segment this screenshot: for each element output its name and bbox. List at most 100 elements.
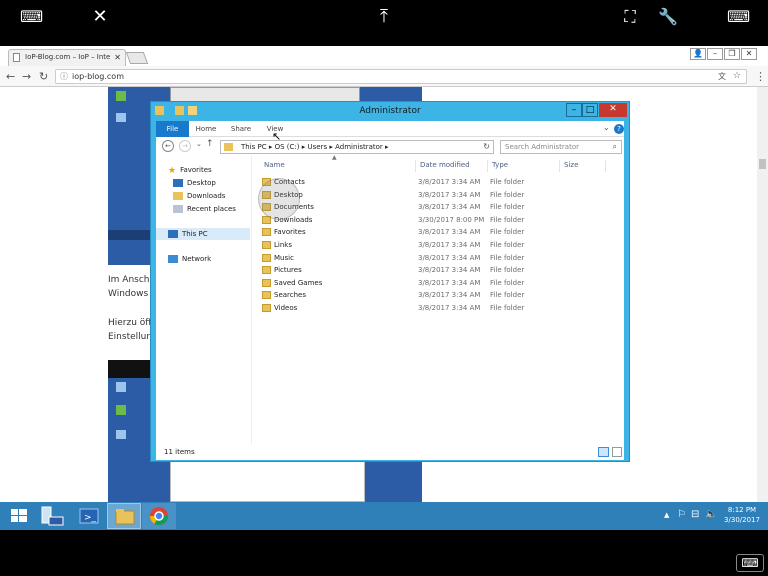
recent-places-icon bbox=[173, 205, 183, 213]
nav-this-pc[interactable]: This PC bbox=[156, 228, 250, 240]
restore-button[interactable]: ❐ bbox=[724, 48, 740, 60]
translate-icon[interactable]: 文 bbox=[718, 70, 726, 83]
file-row[interactable]: Favorites 3/8/2017 3:34 AM File folder bbox=[260, 226, 620, 238]
close-button[interactable]: ✕ bbox=[741, 48, 757, 60]
system-clock[interactable]: 8:12 PM 3/30/2017 bbox=[718, 505, 766, 525]
explorer-maximize-button[interactable]: □ bbox=[582, 103, 598, 117]
mouse-cursor-icon: ↖ bbox=[272, 130, 282, 143]
explorer-minimize-button[interactable]: – bbox=[566, 103, 582, 117]
clock-date: 3/30/2017 bbox=[724, 516, 760, 524]
column-date[interactable]: Date modified bbox=[416, 160, 488, 172]
ribbon-expand-icon[interactable]: ⌄ bbox=[603, 123, 610, 132]
omnibox[interactable]: ⓘ iop-blog.com 文 ☆ bbox=[55, 69, 747, 84]
scrollbar-thumb[interactable] bbox=[759, 159, 766, 169]
column-type[interactable]: Type bbox=[488, 160, 560, 172]
keyboard-right-icon[interactable]: ⌨ bbox=[727, 8, 750, 26]
reload-icon[interactable]: ↻ bbox=[39, 70, 48, 83]
explorer-close-button[interactable]: ✕ bbox=[599, 103, 627, 117]
file-row[interactable]: Links 3/8/2017 3:34 AM File folder bbox=[260, 239, 620, 251]
close-icon[interactable]: ✕ bbox=[89, 8, 111, 26]
page-icon bbox=[13, 53, 20, 62]
search-box[interactable]: Search Administrator ⌕ bbox=[500, 140, 622, 154]
bookmark-star-icon[interactable]: ☆ bbox=[733, 70, 741, 83]
folder-title-icon bbox=[155, 106, 164, 115]
nav-downloads-label: Downloads bbox=[187, 192, 226, 200]
start-button[interactable] bbox=[2, 503, 36, 529]
network-tray-icon[interactable]: ⊟ bbox=[691, 509, 699, 520]
tab-close-icon[interactable]: ✕ bbox=[114, 50, 121, 65]
nav-favorites[interactable]: ★ Favorites bbox=[168, 166, 212, 176]
file-row[interactable]: Downloads 3/30/2017 8:00 PM File folder bbox=[260, 214, 620, 226]
tray-expand-icon[interactable]: ▲ bbox=[664, 511, 669, 519]
large-icons-view-icon[interactable] bbox=[612, 447, 622, 457]
nav-network[interactable]: Network bbox=[168, 255, 211, 263]
minimize-button[interactable]: – bbox=[707, 48, 723, 60]
settings-wrench-icon[interactable]: 🔧 bbox=[657, 8, 679, 26]
file-type: File folder bbox=[490, 253, 525, 262]
page-scrollbar[interactable] bbox=[757, 87, 768, 502]
windows-logo-icon bbox=[11, 509, 27, 522]
folder-icon bbox=[262, 253, 271, 262]
tab-share[interactable]: Share bbox=[226, 121, 256, 137]
server-manager-button[interactable] bbox=[36, 503, 70, 529]
file-row[interactable]: Music 3/8/2017 3:34 AM File folder bbox=[260, 252, 620, 264]
folder-icon bbox=[262, 266, 271, 275]
new-tab-button[interactable] bbox=[125, 52, 149, 64]
menu-icon[interactable]: ⋮ bbox=[755, 70, 766, 83]
file-row[interactable]: Documents 3/8/2017 3:34 AM File folder bbox=[260, 201, 620, 213]
recent-locations-icon[interactable]: ⌄ bbox=[196, 140, 202, 148]
profile-icon[interactable]: 👤 bbox=[690, 48, 706, 60]
chrome-button[interactable] bbox=[142, 503, 176, 529]
file-row[interactable]: Videos 3/8/2017 3:34 AM File folder bbox=[260, 302, 620, 314]
desktop-icon-3 bbox=[116, 382, 126, 392]
browser-tab[interactable]: IoP-Blog.com – IoP – Inte ✕ bbox=[8, 49, 126, 66]
new-folder-icon[interactable] bbox=[188, 106, 197, 115]
address-refresh-icon[interactable]: ↻ bbox=[483, 141, 490, 153]
breadcrumb-this-pc[interactable]: This PC bbox=[241, 143, 267, 151]
nav-desktop[interactable]: Desktop bbox=[173, 179, 216, 187]
folder-icon bbox=[115, 509, 135, 525]
breadcrumb-drive[interactable]: OS (C:) bbox=[275, 143, 300, 151]
file-row[interactable]: Contacts 3/8/2017 3:34 AM File folder bbox=[260, 176, 620, 188]
file-date: 3/8/2017 3:34 AM bbox=[418, 190, 481, 199]
file-row[interactable]: Desktop 3/8/2017 3:34 AM File folder bbox=[260, 189, 620, 201]
folder-icon bbox=[262, 228, 271, 237]
details-view-icon[interactable] bbox=[598, 447, 609, 457]
tab-file[interactable]: File bbox=[156, 121, 189, 137]
browser-window: IoP-Blog.com – IoP – Inte ✕ 👤 – ❐ ✕ ← → … bbox=[0, 46, 768, 87]
nav-recent[interactable]: Recent places bbox=[173, 205, 236, 213]
keyboard-toggle-icon[interactable]: ⌨ bbox=[736, 554, 764, 572]
url-text: iop-blog.com bbox=[72, 72, 124, 81]
column-name[interactable]: Name bbox=[260, 160, 416, 172]
tab-home[interactable]: Home bbox=[192, 121, 220, 137]
column-size[interactable]: Size bbox=[560, 160, 606, 172]
file-row[interactable]: Saved Games 3/8/2017 3:34 AM File folder bbox=[260, 277, 620, 289]
volume-icon[interactable]: 🔈 bbox=[705, 509, 717, 520]
file-row[interactable]: Searches 3/8/2017 3:34 AM File folder bbox=[260, 289, 620, 301]
forward-icon[interactable]: → bbox=[22, 70, 31, 83]
action-center-flag-icon[interactable]: ⚐ bbox=[677, 509, 686, 520]
back-icon[interactable]: ← bbox=[6, 70, 15, 83]
server-manager-icon bbox=[41, 506, 64, 526]
powershell-button[interactable]: >_ bbox=[72, 503, 106, 529]
nav-downloads[interactable]: Downloads bbox=[173, 192, 225, 200]
breadcrumb-admin[interactable]: Administrator bbox=[335, 143, 383, 151]
explorer-title-bar[interactable]: Administrator bbox=[151, 102, 629, 120]
up-button[interactable]: ↑ bbox=[206, 139, 214, 149]
file-type: File folder bbox=[490, 215, 525, 224]
address-bar[interactable]: This PC ▸ OS (C:) ▸ Users ▸ Administrato… bbox=[220, 140, 494, 154]
quick-access-icon[interactable] bbox=[175, 106, 184, 115]
breadcrumb-users[interactable]: Users bbox=[308, 143, 328, 151]
upload-icon[interactable]: ⤒ bbox=[373, 8, 395, 26]
file-explorer-button[interactable] bbox=[107, 503, 141, 529]
forward-button[interactable]: → bbox=[179, 140, 191, 152]
help-icon[interactable]: ? bbox=[614, 124, 624, 134]
keyboard-icon[interactable]: ⌨ bbox=[20, 8, 43, 26]
file-date: 3/8/2017 3:34 AM bbox=[418, 291, 481, 300]
search-placeholder: Search Administrator bbox=[505, 143, 579, 151]
file-name: Favorites bbox=[274, 228, 306, 237]
back-button[interactable]: ← bbox=[162, 140, 174, 152]
desktop-icon-2 bbox=[116, 113, 126, 122]
file-row[interactable]: Pictures 3/8/2017 3:34 AM File folder bbox=[260, 264, 620, 276]
fullscreen-icon[interactable]: ⛶ bbox=[619, 8, 641, 26]
